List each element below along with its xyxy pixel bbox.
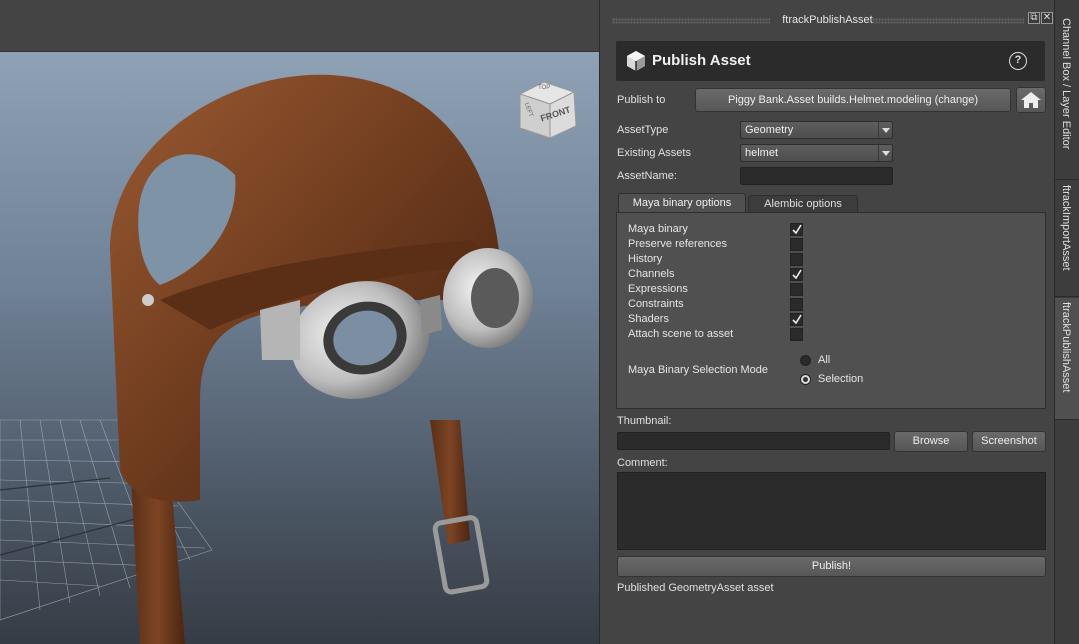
- header-title: Publish Asset: [652, 52, 751, 69]
- publish-button[interactable]: Publish!: [617, 556, 1046, 577]
- tab-ftrack-import-asset[interactable]: ftrackImportAsset: [1055, 181, 1079, 297]
- expressions-checkbox[interactable]: [790, 283, 803, 296]
- check-icon: [792, 314, 802, 325]
- option-label: Maya binary: [628, 223, 688, 235]
- existing-assets-value: helmet: [745, 147, 779, 159]
- comment-label: Comment:: [617, 457, 668, 469]
- thumbnail-label: Thumbnail:: [617, 415, 672, 427]
- browse-button[interactable]: Browse: [894, 431, 968, 452]
- thumbnail-path-input[interactable]: [617, 432, 890, 450]
- close-icon[interactable]: ✕: [1041, 12, 1053, 24]
- check-icon: [792, 224, 802, 235]
- tab-ftrack-publish-asset[interactable]: ftrackPublishAsset: [1055, 298, 1079, 420]
- side-dock-tabs: Channel Box / Layer Editor ftrackImportA…: [1054, 0, 1079, 644]
- existing-assets-select[interactable]: helmet: [740, 144, 893, 162]
- ftrack-logo-icon: [627, 51, 645, 71]
- asset-type-select[interactable]: Geometry: [740, 121, 893, 139]
- asset-type-value: Geometry: [745, 124, 794, 136]
- tab-channel-box-layer-editor[interactable]: Channel Box / Layer Editor: [1055, 14, 1079, 180]
- selection-mode-label: Maya Binary Selection Mode: [628, 364, 769, 376]
- shaders-checkbox[interactable]: [790, 313, 803, 326]
- selection-mode-all-radio[interactable]: [800, 355, 811, 366]
- existing-assets-label: Existing Assets: [617, 147, 691, 159]
- constraints-checkbox[interactable]: [790, 298, 803, 311]
- option-label: Channels: [628, 268, 675, 280]
- publish-to-button[interactable]: Piggy Bank.Asset builds.Helmet.modeling …: [695, 88, 1011, 112]
- tab-alembic-options[interactable]: Alembic options: [748, 195, 858, 213]
- publish-status-text: Published GeometryAsset asset: [617, 582, 774, 594]
- radio-label: All: [818, 354, 831, 366]
- ftrack-publish-panel: ftrackPublishAsset ⧉ ✕ Publish Asset ? P…: [599, 0, 1054, 644]
- option-label: Expressions: [628, 283, 688, 295]
- maya-binary-checkbox[interactable]: [790, 223, 803, 236]
- home-icon: [1021, 92, 1041, 108]
- publish-asset-header: Publish Asset ?: [616, 41, 1045, 81]
- option-label: Shaders: [628, 313, 669, 325]
- option-label: Preserve references: [628, 238, 728, 250]
- float-window-icon[interactable]: ⧉: [1028, 12, 1040, 24]
- comment-textarea[interactable]: [617, 472, 1046, 550]
- panel-titlebar: ftrackPublishAsset ⧉ ✕: [600, 10, 1055, 30]
- tab-label: Channel Box / Layer Editor: [1060, 18, 1072, 150]
- viewcube-top-label[interactable]: TOP: [538, 85, 550, 91]
- option-label: Constraints: [628, 298, 684, 310]
- help-button[interactable]: ?: [1009, 52, 1027, 70]
- preserve-references-checkbox[interactable]: [790, 238, 803, 251]
- check-icon: [792, 269, 802, 280]
- radio-label: Selection: [818, 373, 864, 385]
- maya-viewport[interactable]: FRONT TOP LEFT: [0, 0, 600, 644]
- screenshot-button[interactable]: Screenshot: [972, 431, 1046, 452]
- radio-dot: [803, 377, 808, 382]
- tab-maya-binary-options[interactable]: Maya binary options: [618, 193, 746, 213]
- selection-mode-selection-radio[interactable]: [800, 374, 811, 385]
- asset-name-input[interactable]: [740, 167, 893, 185]
- drag-grip-right[interactable]: [872, 18, 1024, 24]
- option-label: Attach scene to asset: [628, 328, 734, 340]
- option-label: History: [628, 253, 663, 265]
- tab-label: ftrackImportAsset: [1060, 185, 1072, 271]
- chevron-down-icon: [878, 122, 892, 138]
- publish-to-label: Publish to: [617, 94, 666, 106]
- history-checkbox[interactable]: [790, 253, 803, 266]
- channels-checkbox[interactable]: [790, 268, 803, 281]
- helmet-model-render: [0, 74, 533, 644]
- asset-type-label: AssetType: [617, 124, 669, 136]
- tab-label: ftrackPublishAsset: [1060, 302, 1072, 393]
- maya-binary-options-pane: Maya binary Preserve references History …: [616, 212, 1046, 409]
- home-button[interactable]: [1016, 87, 1046, 113]
- asset-name-label: AssetName:: [617, 170, 677, 182]
- view-cube[interactable]: FRONT TOP LEFT: [514, 76, 580, 142]
- attach-scene-checkbox[interactable]: [790, 328, 803, 341]
- chevron-down-icon: [878, 145, 892, 161]
